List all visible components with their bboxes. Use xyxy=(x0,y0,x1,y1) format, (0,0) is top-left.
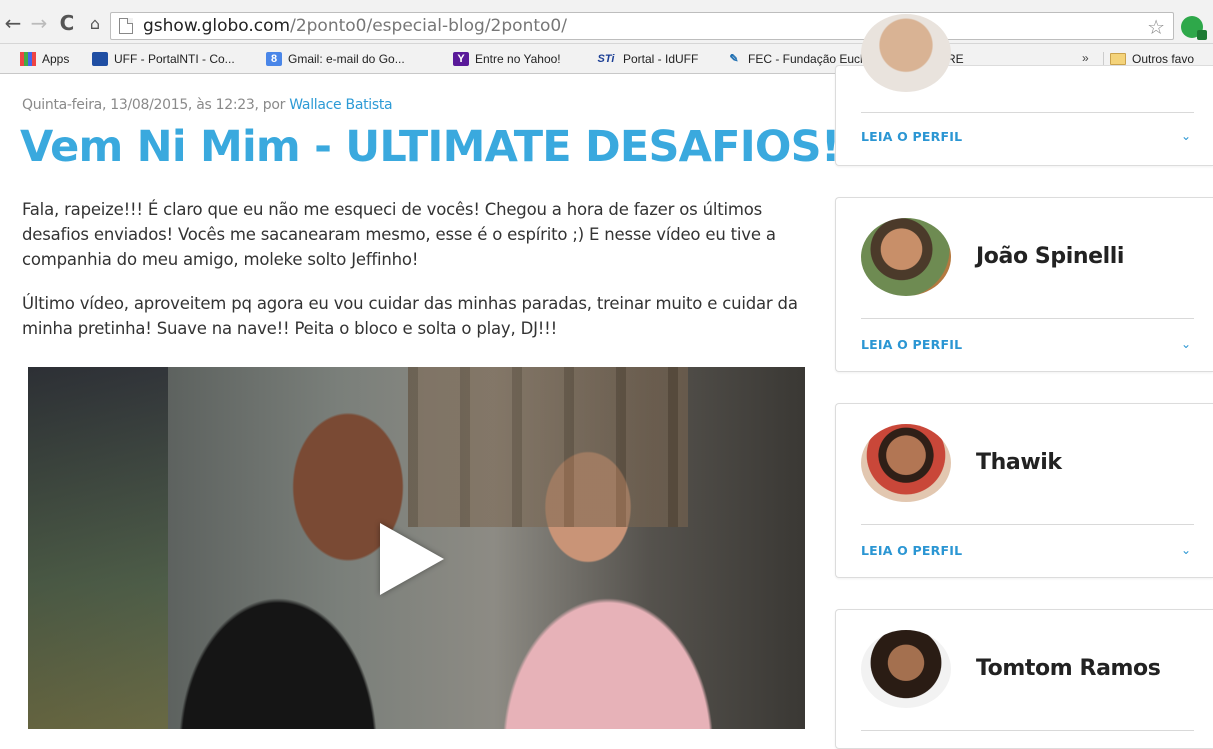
yahoo-icon: Y xyxy=(453,52,469,66)
profile-card: Tomtom Ramos xyxy=(835,609,1213,749)
profile-card: Thawik LEIA O PERFIL ⌄ xyxy=(835,403,1213,578)
post-paragraph: Último vídeo, aproveitem pq agora eu vou… xyxy=(22,294,798,338)
bookmark-portal-iduff[interactable]: STi Portal - IdUFF xyxy=(595,50,699,68)
star-icon[interactable]: ☆ xyxy=(1147,15,1165,39)
bookmark-label: Gmail: e-mail do Go... xyxy=(288,52,405,66)
author-link[interactable]: Wallace Batista xyxy=(289,97,392,113)
profile-name: João Spinelli xyxy=(976,244,1125,269)
card-divider xyxy=(861,112,1194,113)
post-byline: Quinta-feira, 13/08/2015, às 12:23, por … xyxy=(22,97,393,113)
home-icon[interactable]: ⌂ xyxy=(84,12,106,34)
post-paragraph: Fala, rapeize!!! É claro que eu não me e… xyxy=(22,200,776,269)
forward-arrow-icon[interactable]: → xyxy=(28,11,50,35)
uff-logo-icon xyxy=(92,52,108,66)
profile-name: Thawik xyxy=(976,450,1062,475)
page-content: Quinta-feira, 13/08/2015, às 12:23, por … xyxy=(0,14,1213,749)
avatar xyxy=(861,424,951,502)
bookmark-label: UFF - PortalNTI - Co... xyxy=(114,52,235,66)
leia-o-perfil-link[interactable]: LEIA O PERFIL xyxy=(861,543,962,558)
sti-logo-icon: STi xyxy=(597,53,615,65)
apps-grid-icon xyxy=(20,52,36,66)
video-player[interactable] xyxy=(28,367,805,729)
bookmark-yahoo[interactable]: Y Entre no Yahoo! xyxy=(453,50,561,68)
video-thumbnail xyxy=(28,367,168,729)
video-thumbnail-detail xyxy=(408,367,688,527)
card-divider xyxy=(861,318,1194,319)
chevron-down-icon[interactable]: ⌄ xyxy=(1181,543,1191,557)
avatar xyxy=(861,14,951,92)
browser-toolbar: ← → C ⌂ gshow.globo.com/2ponto0/especial… xyxy=(0,0,1213,44)
address-bar[interactable]: gshow.globo.com/2ponto0/especial-blog/2p… xyxy=(110,12,1174,40)
fec-logo-icon: ✎ xyxy=(729,53,739,65)
more-bookmarks-button[interactable]: » xyxy=(1082,51,1089,65)
post-date: Quinta-feira, 13/08/2015, às 12:23, por xyxy=(22,97,290,113)
bookmark-apps[interactable]: Apps xyxy=(20,50,69,68)
post-title: Vem Ni Mim - ULTIMATE DESAFIOS! xyxy=(20,122,840,172)
bookmark-gmail[interactable]: 8 Gmail: e-mail do Go... xyxy=(266,50,405,68)
folder-icon xyxy=(1110,53,1126,65)
chevron-down-icon[interactable]: ⌄ xyxy=(1181,337,1191,351)
bookmark-label: Entre no Yahoo! xyxy=(475,52,561,66)
bookmark-label: Outros favo xyxy=(1132,52,1195,66)
back-arrow-icon[interactable]: ← xyxy=(2,11,24,35)
url-text[interactable]: gshow.globo.com/2ponto0/especial-blog/2p… xyxy=(143,16,567,36)
play-icon[interactable] xyxy=(380,523,444,595)
bookmark-uff-portalnti[interactable]: UFF - PortalNTI - Co... xyxy=(92,50,235,68)
bookmark-label: Apps xyxy=(42,52,70,66)
bookmark-label: Portal - IdUFF xyxy=(623,52,699,66)
extension-icon[interactable] xyxy=(1181,16,1207,40)
reload-icon[interactable]: C xyxy=(56,11,78,35)
profile-name: Tomtom Ramos xyxy=(976,656,1161,681)
leia-o-perfil-link[interactable]: LEIA O PERFIL xyxy=(861,129,962,144)
card-divider xyxy=(861,524,1194,525)
chevron-down-icon[interactable]: ⌄ xyxy=(1181,129,1191,143)
avatar xyxy=(861,630,951,708)
card-divider xyxy=(861,730,1194,731)
avatar xyxy=(861,218,951,296)
google-icon: 8 xyxy=(266,52,282,66)
profile-card: LEIA O PERFIL ⌄ xyxy=(835,14,1213,166)
leia-o-perfil-link[interactable]: LEIA O PERFIL xyxy=(861,337,962,352)
profile-card: João Spinelli LEIA O PERFIL ⌄ xyxy=(835,197,1213,372)
bookmark-label: FEC - Fundação Eucl... xyxy=(748,52,873,66)
page-icon xyxy=(119,18,133,34)
